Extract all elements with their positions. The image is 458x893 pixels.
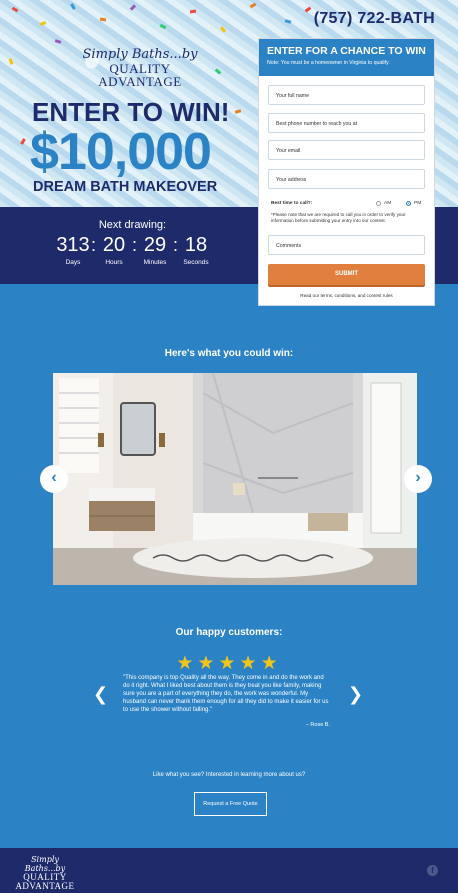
- star-icon: ★: [197, 653, 219, 674]
- countdown-days: 313 Days: [55, 233, 91, 266]
- form-note: Note: You must be a homeowner in Virgini…: [267, 60, 390, 66]
- submit-button[interactable]: SUBMIT: [268, 264, 425, 285]
- footer: Simply Baths...by QUALITY ADVANTAGE f: [0, 848, 458, 893]
- bathroom-illustration: [53, 373, 417, 585]
- star-icon: ★: [218, 653, 240, 674]
- radio-circle[interactable]: [376, 201, 381, 206]
- prize-subtitle: DREAM BATH MAKEOVER: [33, 179, 218, 195]
- star-rating: ★★★★★: [0, 652, 458, 675]
- testimonial-prev-button[interactable]: ❮: [93, 684, 108, 705]
- facebook-icon[interactable]: f: [427, 865, 438, 876]
- days-label: Days: [65, 259, 81, 266]
- comments-input[interactable]: Comments: [268, 235, 425, 255]
- phone-number[interactable]: (757) 722-BATH: [314, 10, 435, 28]
- footer-logo-script: Simply Baths...by: [24, 855, 66, 873]
- confetti: [214, 68, 222, 75]
- confetti: [159, 23, 167, 30]
- testimonial-next-button[interactable]: ❯: [348, 684, 363, 705]
- footer-logo[interactable]: Simply Baths...by QUALITY ADVANTAGE: [10, 855, 80, 891]
- confetti: [219, 26, 227, 33]
- countdown-hours: 20 Hours: [96, 233, 132, 266]
- cta-question: Like what you see? Interested in learnin…: [152, 772, 306, 778]
- countdown-timer: 313 Days : 20 Hours : 29 Minutes : 18 Se…: [55, 233, 214, 266]
- star-icon: ★: [239, 653, 261, 674]
- confetti: [304, 6, 312, 13]
- radio-pm-label: PM: [414, 201, 422, 206]
- hours-label: Hours: [105, 259, 123, 266]
- logo-script: Simply Baths...by: [82, 47, 198, 62]
- confetti: [189, 9, 197, 14]
- seconds-value: 18: [184, 234, 208, 256]
- days-value: 313: [56, 234, 90, 256]
- radio-pm[interactable]: PM: [406, 201, 421, 206]
- logo[interactable]: Simply Baths...by QUALITY ADVANTAGE: [80, 47, 200, 88]
- email-input[interactable]: Your email: [268, 140, 425, 160]
- confetti: [70, 3, 76, 10]
- confetti: [20, 138, 26, 145]
- full-name-input[interactable]: Your full name: [268, 85, 425, 105]
- radio-circle-selected[interactable]: [406, 201, 411, 206]
- entry-form: ENTER FOR A CHANCE TO WIN Note: You must…: [258, 38, 435, 306]
- best-time-label: Best time to call?:: [271, 201, 313, 206]
- prize-amount: $10,000: [30, 123, 212, 181]
- confetti: [11, 6, 19, 13]
- terms-link[interactable]: Read our terms, conditions, and contest …: [259, 293, 434, 298]
- seconds-label: Seconds: [183, 259, 209, 266]
- footer-logo-line-2: ADVANTAGE: [15, 881, 75, 891]
- call-disclaimer: *Please note that we are required to cal…: [271, 212, 406, 224]
- testimonial-quote: "This company is top Quality all the way…: [123, 675, 329, 714]
- confetti: [8, 58, 14, 65]
- request-quote-button[interactable]: Request a Free Quote: [194, 792, 267, 816]
- testimonials-title: Our happy customers:: [175, 627, 283, 638]
- phone-input[interactable]: Best phone number to reach you at: [268, 113, 425, 133]
- confetti: [54, 39, 62, 44]
- bathroom-photo: [53, 373, 417, 585]
- countdown-minutes: 29 Minutes: [137, 233, 173, 266]
- logo-line-2: ADVANTAGE: [98, 74, 182, 89]
- gallery-title: Here's what you could win:: [164, 348, 294, 359]
- radio-am[interactable]: AM: [376, 201, 391, 206]
- star-icon: ★: [176, 653, 198, 674]
- form-header: ENTER FOR A CHANCE TO WIN Note: You must…: [259, 39, 434, 76]
- countdown-seconds: 18 Seconds: [178, 233, 214, 266]
- confetti: [99, 17, 107, 22]
- gallery-prev-button[interactable]: ‹: [40, 465, 68, 493]
- confetti: [284, 19, 292, 24]
- form-title: ENTER FOR A CHANCE TO WIN: [267, 45, 426, 57]
- confetti: [39, 21, 47, 26]
- gallery-next-button[interactable]: ›: [404, 465, 432, 493]
- next-drawing-label: Next drawing:: [98, 219, 167, 231]
- address-input[interactable]: Your address: [268, 169, 425, 189]
- confetti: [234, 109, 242, 114]
- confetti: [249, 2, 257, 9]
- minutes-label: Minutes: [143, 259, 167, 266]
- star-icon: ★: [260, 653, 282, 674]
- minutes-value: 29: [143, 234, 167, 256]
- testimonial-author: – Rose B.: [305, 722, 330, 728]
- hours-value: 20: [102, 234, 126, 256]
- confetti: [129, 4, 137, 11]
- radio-am-label: AM: [384, 201, 392, 206]
